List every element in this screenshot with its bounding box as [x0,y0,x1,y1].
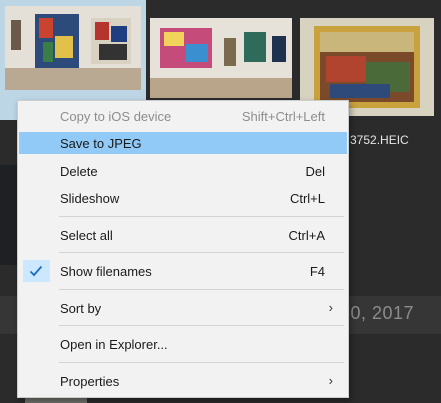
menu-item-label: Save to JPEG [60,136,142,151]
chevron-right-icon: › [328,373,333,388]
menu-separator [59,362,344,363]
menu-item-label: Select all [60,228,113,243]
menu-separator [59,325,344,326]
checkmark-icon [23,260,50,282]
menu-item-delete[interactable]: Delete Del [19,160,347,182]
thumbnail-left-edge[interactable] [0,165,18,265]
context-menu: Copy to iOS device Shift+Ctrl+Left Save … [17,100,349,398]
menu-item-show-filenames[interactable]: Show filenames F4 [19,260,347,282]
menu-item-label: Delete [60,164,98,179]
thumbnail-filename: 3752.HEIC [350,133,409,147]
menu-item-properties[interactable]: Properties › [19,370,347,392]
gallery-photo-2 [150,18,292,98]
menu-item-open-in-explorer[interactable]: Open in Explorer... [19,333,347,355]
menu-item-label: Sort by [60,301,102,316]
menu-item-slideshow[interactable]: Slideshow Ctrl+L [19,187,347,209]
menu-item-sort-by[interactable]: Sort by › [19,297,347,319]
date-group-label: 30, 2017 [340,303,415,323]
menu-item-label: Open in Explorer... [60,337,168,352]
menu-item-label: Slideshow [60,191,120,206]
menu-item-shortcut: Ctrl+A [288,228,325,243]
menu-item-select-all[interactable]: Select all Ctrl+A [19,224,347,246]
menu-item-shortcut: Ctrl+L [289,191,325,206]
chevron-right-icon: › [328,300,333,315]
menu-item-label: Copy to iOS device [60,109,172,124]
menu-item-save-to-jpeg[interactable]: Save to JPEG [19,132,347,154]
menu-item-copy-to-ios: Copy to iOS device Shift+Ctrl+Left [19,105,347,127]
menu-item-shortcut: Shift+Ctrl+Left [241,109,325,124]
menu-item-label: Show filenames [60,264,152,279]
menu-item-shortcut: Del [305,164,325,179]
menu-item-shortcut: F4 [309,264,325,279]
menu-separator [59,289,344,290]
thumbnail-2[interactable] [150,18,292,98]
gallery-photo-1 [5,6,141,90]
menu-separator [59,216,344,217]
menu-separator [59,252,344,253]
menu-item-label: Properties [60,374,120,389]
